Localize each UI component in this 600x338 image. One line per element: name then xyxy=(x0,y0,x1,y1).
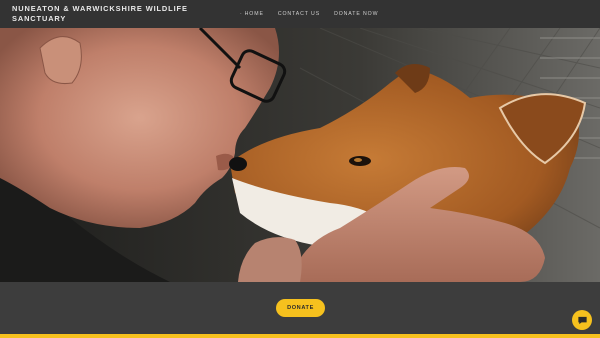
nav-home[interactable]: HOME xyxy=(240,11,264,17)
nav-contact-us[interactable]: CONTACT US xyxy=(278,11,320,17)
hero-image xyxy=(0,28,600,282)
donate-button[interactable]: DONATE xyxy=(276,299,325,317)
footer-accent-bar xyxy=(0,334,600,338)
donate-section: DONATE xyxy=(0,282,600,334)
chat-button[interactable] xyxy=(572,310,592,330)
hero-photo-illustration xyxy=(0,28,600,282)
fox-eye-iris xyxy=(354,158,362,162)
site-title[interactable]: NUNEATON & WARWICKSHIRE WILDLIFE SANCTUA… xyxy=(12,4,202,23)
main-nav: HOME CONTACT US DONATE NOW xyxy=(240,11,378,17)
fox-nose xyxy=(229,157,247,171)
site-header: NUNEATON & WARWICKSHIRE WILDLIFE SANCTUA… xyxy=(0,0,600,28)
nav-donate-now[interactable]: DONATE NOW xyxy=(334,11,378,17)
chat-bubble-icon xyxy=(577,316,587,324)
